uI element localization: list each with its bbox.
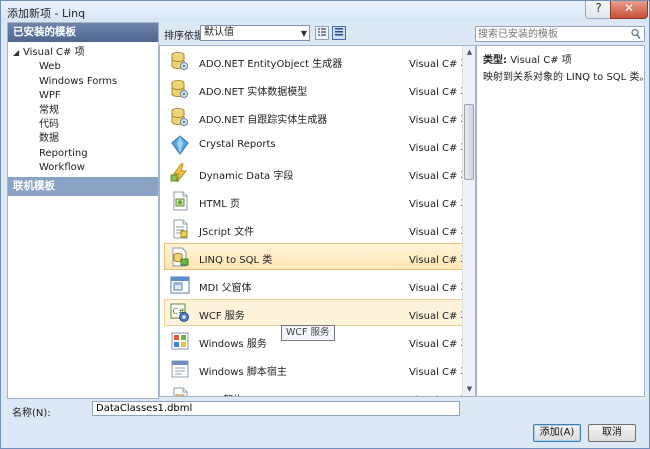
template-name: JScript 文件 — [199, 227, 255, 238]
vertical-scrollbar[interactable]: ▲ ▼ — [462, 46, 475, 396]
template-row[interactable]: Dynamic Data 字段 Visual C# 项 — [164, 159, 471, 186]
template-info-pane: 类型: Visual C# 项 映射到关系对象的 LINQ to SQL 类。 — [476, 45, 649, 397]
template-row[interactable]: HTML 页 Visual C# 项 — [164, 187, 471, 214]
info-description: 映射到关系对象的 LINQ to SQL 类。 — [483, 72, 650, 83]
name-input[interactable] — [92, 401, 460, 416]
cancel-button[interactable]: 取消 — [588, 424, 636, 442]
template-row[interactable]: XML 架构Visual C# 项 — [164, 383, 471, 396]
script-host-icon — [170, 359, 190, 379]
tree-item-web[interactable]: Web — [8, 60, 158, 74]
tree-item-general[interactable]: 常规 — [8, 104, 158, 118]
dynamic-data-icon — [170, 163, 190, 183]
mdi-form-icon — [170, 275, 190, 295]
tree-item-visual-csharp[interactable]: ◢ Visual C# 项 — [8, 46, 158, 60]
expand-triangle-icon[interactable]: ◢ — [13, 46, 23, 60]
windows-service-icon — [170, 331, 190, 351]
tree-item-wpf[interactable]: WPF — [8, 89, 158, 103]
help-button[interactable]: ? — [585, 1, 612, 19]
add-new-item-dialog: 添加新项 - Linq ? ✕ 已安装的模板 ◢ Visual C# 项 Web … — [0, 0, 650, 449]
template-name: Windows 服务 — [199, 339, 267, 350]
search-icon[interactable] — [631, 28, 641, 40]
add-button[interactable]: 添加(A) — [533, 424, 581, 442]
template-row[interactable]: ADO.NET EntityObject 生成器 Visual C# 项 — [164, 47, 471, 74]
database-cylinder-icon — [170, 107, 190, 127]
tree-item-code[interactable]: 代码 — [8, 118, 158, 132]
template-name: Dynamic Data 字段 — [199, 171, 294, 182]
html-page-icon — [170, 191, 190, 211]
scroll-up-arrow-icon[interactable]: ▲ — [463, 46, 475, 59]
linq-to-sql-icon — [170, 247, 190, 267]
info-type-value: Visual C# 项 — [510, 55, 572, 66]
template-row[interactable]: Windows 脚本宿主 Visual C# 项 — [164, 355, 471, 382]
details-view-icon — [335, 28, 343, 36]
database-cylinder-icon — [170, 51, 190, 71]
search-box[interactable] — [475, 26, 645, 42]
database-cylinder-icon — [170, 79, 190, 99]
template-row[interactable]: MDI 父窗体 Visual C# 项 — [164, 271, 471, 298]
tree-item-windows-forms[interactable]: Windows Forms — [8, 75, 158, 89]
wcf-service-icon: C# — [170, 303, 190, 323]
template-row[interactable]: C# WCF 服务 Visual C# 项 — [164, 299, 471, 326]
info-type-label: 类型: — [483, 55, 507, 66]
sort-by-dropdown[interactable]: 默认值 ▼ — [200, 25, 310, 41]
template-row[interactable]: LINQ to SQL 类 Visual C# 项 — [164, 243, 471, 270]
installed-templates-header: 已安装的模板 — [8, 23, 158, 42]
details-view-button[interactable] — [332, 26, 346, 40]
template-name: XML 架构 — [199, 391, 243, 396]
name-field-label: 名称(N): — [12, 408, 51, 419]
template-name: HTML 页 — [199, 199, 241, 210]
list-view-icon — [318, 28, 326, 36]
template-name: ADO.NET EntityObject 生成器 — [199, 59, 343, 70]
template-name: WCF 服务 — [199, 311, 245, 322]
list-toolbar: 排序依据: 默认值 ▼ — [157, 22, 471, 44]
template-name: Windows 脚本宿主 — [199, 367, 287, 378]
chevron-down-icon: ▼ — [300, 29, 307, 38]
template-row[interactable]: JScript 文件 Visual C# 项 — [164, 215, 471, 242]
title-bar: 添加新项 - Linq ? ✕ — [1, 1, 649, 21]
template-categories-pane: 已安装的模板 ◢ Visual C# 项 Web Windows Forms WP… — [7, 22, 159, 399]
script-file-icon — [170, 219, 190, 239]
search-input[interactable] — [478, 27, 628, 41]
tree-item-data[interactable]: 数据 — [8, 132, 158, 146]
template-row[interactable]: ADO.NET 自跟踪实体生成器 Visual C# 项 — [164, 103, 471, 130]
scroll-down-arrow-icon[interactable]: ▼ — [463, 383, 475, 396]
template-list: ADO.NET EntityObject 生成器 Visual C# 项 ADO.N… — [159, 45, 476, 397]
template-row[interactable]: ADO.NET 实体数据模型 Visual C# 项 — [164, 75, 471, 102]
online-templates-header[interactable]: 联机模板 — [8, 177, 158, 196]
template-name: ADO.NET 实体数据模型 — [199, 87, 308, 98]
sort-by-value: 默认值 — [204, 27, 234, 38]
tree-item-label: Visual C# 项 — [23, 47, 85, 58]
list-view-button[interactable] — [315, 26, 329, 40]
xml-schema-icon — [170, 387, 190, 396]
tooltip: WCF 服务 — [281, 325, 335, 341]
template-name: LINQ to SQL 类 — [199, 255, 273, 266]
close-button[interactable]: ✕ — [610, 1, 648, 19]
template-row[interactable]: Crystal Reports Visual C# 项 — [164, 131, 471, 158]
template-name: MDI 父窗体 — [199, 283, 252, 294]
tree-item-reporting[interactable]: Reporting — [8, 147, 158, 161]
window-title: 添加新项 - Linq — [7, 7, 86, 20]
template-name: Crystal Reports — [199, 139, 276, 150]
scrollbar-thumb[interactable] — [464, 104, 474, 180]
info-type-line: 类型: Visual C# 项 — [483, 51, 572, 66]
crystal-report-icon — [170, 135, 190, 155]
template-name: ADO.NET 自跟踪实体生成器 — [199, 115, 328, 126]
tree-item-workflow[interactable]: Workflow — [8, 161, 158, 175]
category-tree: ◢ Visual C# 项 Web Windows Forms WPF 常规 代码… — [8, 42, 158, 176]
